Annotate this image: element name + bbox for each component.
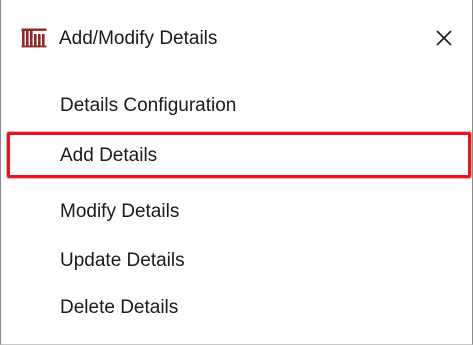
menu-item-label: Modify Details — [60, 201, 180, 222]
menu-item-details-configuration[interactable]: Details Configuration — [1, 88, 472, 122]
menu-item-label: Add Details — [60, 145, 158, 166]
menu-item-label: Delete Details — [60, 297, 179, 318]
add-modify-details-panel: Add/Modify Details Details Configuration… — [0, 0, 473, 345]
menu-item-delete-details[interactable]: Delete Details — [1, 290, 472, 324]
panel-header: Add/Modify Details — [1, 0, 472, 80]
panel-title: Add/Modify Details — [59, 28, 218, 49]
menu-item-label: Details Configuration — [60, 95, 237, 116]
close-button[interactable] — [427, 22, 461, 54]
menu-item-label: Update Details — [60, 250, 185, 271]
menu-item-update-details[interactable]: Update Details — [1, 243, 472, 277]
menu-item-modify-details[interactable]: Modify Details — [1, 194, 472, 228]
columns-icon — [21, 28, 47, 48]
menu-item-add-details[interactable]: Add Details — [7, 132, 471, 178]
